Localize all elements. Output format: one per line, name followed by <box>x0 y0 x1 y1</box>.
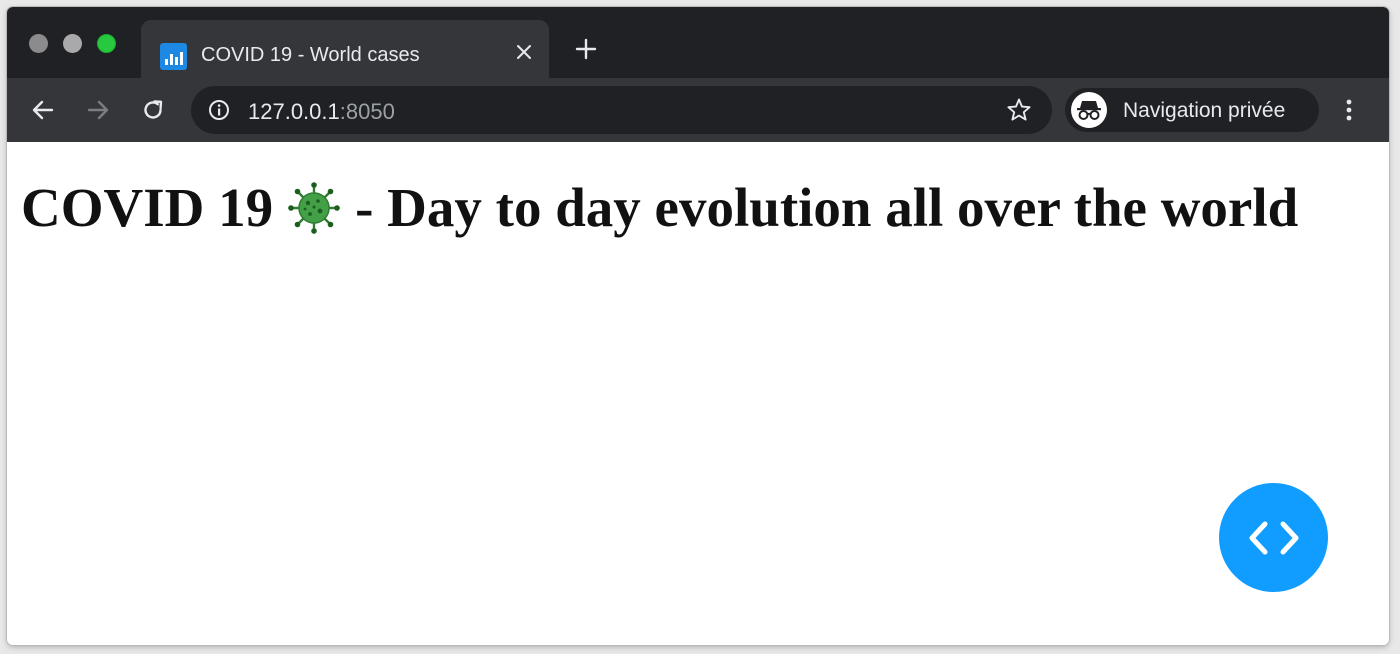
incognito-label: Navigation privée <box>1123 99 1286 122</box>
kebab-menu-icon <box>1346 99 1352 121</box>
page-title-prefix: COVID 19 <box>21 177 274 238</box>
window-zoom-button[interactable] <box>97 34 116 53</box>
url-host: 127.0.0.1 <box>248 99 340 124</box>
window-minimize-button[interactable] <box>63 34 82 53</box>
star-icon[interactable] <box>1006 97 1032 123</box>
page-title-text: - Day to day evolution all over the worl… <box>355 177 1299 238</box>
close-icon <box>517 45 531 59</box>
url-text[interactable]: 127.0.0.1:8050 <box>248 99 395 125</box>
code-brackets-icon <box>1249 521 1298 554</box>
virus-icon <box>288 181 340 234</box>
page-content: COVID 19 - Day to day evolution all over… <box>7 142 1389 645</box>
browser-menu-button[interactable] <box>1334 91 1364 129</box>
incognito-icon <box>1071 92 1107 128</box>
browser-toolbar: 127.0.0.1:8050 Navigation privée <box>7 78 1389 142</box>
forward-button[interactable] <box>79 91 117 129</box>
plus-icon <box>575 38 597 60</box>
browser-tab[interactable]: COVID 19 - World cases <box>141 20 549 78</box>
tab-strip: COVID 19 - World cases <box>7 7 1389 78</box>
page-title: COVID 19 - Day to day evolution all over… <box>21 180 1298 235</box>
url-port: :8050 <box>339 99 395 124</box>
browser-window: COVID 19 - World cases 127.0.0.1:8050 Na… <box>7 7 1389 645</box>
reload-icon <box>144 100 163 119</box>
close-tab-button[interactable] <box>509 37 539 67</box>
new-tab-button[interactable] <box>569 32 603 66</box>
tab-title: COVID 19 - World cases <box>201 44 420 66</box>
arrow-left-icon <box>32 100 54 120</box>
bar-chart-icon <box>160 43 187 70</box>
info-icon[interactable] <box>208 99 230 121</box>
window-close-button[interactable] <box>29 34 48 53</box>
arrow-right-icon <box>87 100 109 120</box>
dash-debug-button[interactable] <box>1219 483 1328 592</box>
back-button[interactable] <box>24 91 62 129</box>
reload-button[interactable] <box>134 91 172 129</box>
incognito-profile-button[interactable]: Navigation privée <box>1065 88 1319 132</box>
address-bar[interactable]: 127.0.0.1:8050 <box>191 86 1052 134</box>
